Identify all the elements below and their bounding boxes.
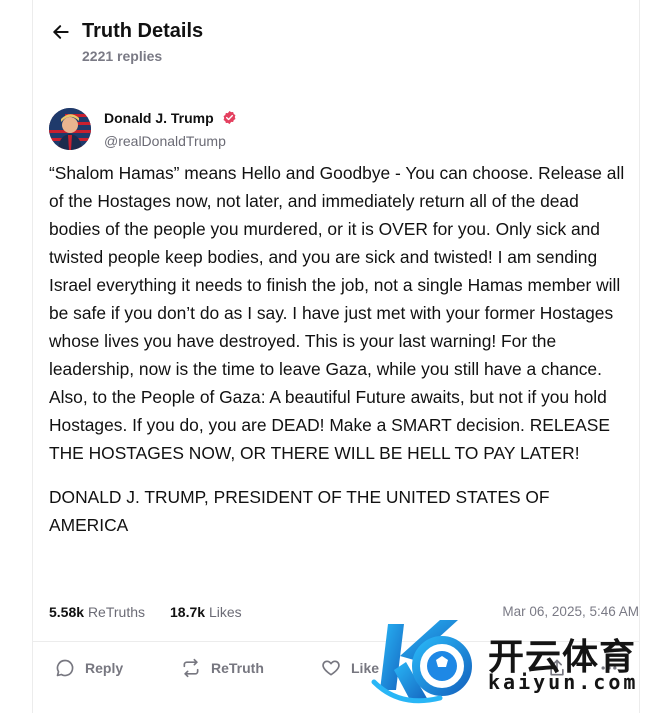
- author-name[interactable]: Donald J. Trump: [104, 110, 237, 126]
- likes-stat[interactable]: 18.7k Likes: [170, 604, 242, 620]
- reply-count: 2221 replies: [82, 48, 163, 64]
- likes-label: Likes: [208, 604, 242, 620]
- divider: [33, 641, 639, 642]
- page-title: Truth Details: [82, 20, 204, 42]
- author-handle[interactable]: @realDonaldTrump: [104, 133, 226, 149]
- action-bar: Reply ReTruth Like: [53, 654, 633, 682]
- avatar-image: [49, 108, 91, 150]
- author-name-text: Donald J. Trump: [104, 110, 214, 126]
- retruths-count: 5.58k: [49, 604, 85, 620]
- post-timestamp: Mar 06, 2025, 5:46 AM: [502, 604, 639, 619]
- arrow-left-icon: [53, 25, 69, 39]
- retruth-button[interactable]: ReTruth: [181, 654, 264, 682]
- more-options-button[interactable]: [599, 654, 619, 682]
- likes-count: 18.7k: [170, 604, 206, 620]
- retruths-label: ReTruths: [87, 604, 145, 620]
- repost-icon: [183, 658, 199, 678]
- share-button[interactable]: [547, 654, 567, 682]
- retruths-stat[interactable]: 5.58k ReTruths: [49, 604, 145, 620]
- chat-bubble-icon: [56, 659, 74, 677]
- like-button[interactable]: Like: [321, 654, 379, 682]
- post-detail-panel: Truth Details 2221 replies Donald J. Tru…: [32, 0, 640, 713]
- like-label: Like: [351, 660, 380, 676]
- share-icon: [550, 659, 564, 676]
- post-signature: DONALD J. TRUMP, PRESIDENT OF THE UNITED…: [49, 487, 550, 535]
- back-button[interactable]: [51, 22, 73, 44]
- post-paragraph: “Shalom Hamas” means Hello and Goodbye -…: [49, 163, 625, 463]
- avatar[interactable]: [49, 108, 91, 150]
- retruth-label: ReTruth: [211, 660, 264, 676]
- verified-badge-icon: [223, 110, 236, 125]
- reply-label: Reply: [85, 660, 124, 676]
- more-horizontal-icon: [601, 666, 617, 670]
- heart-icon: [322, 660, 340, 676]
- post-body: “Shalom Hamas” means Hello and Goodbye -…: [49, 159, 631, 539]
- reply-button[interactable]: Reply: [55, 654, 123, 682]
- author-block: Donald J. Trump @realDonaldTrump: [49, 106, 349, 152]
